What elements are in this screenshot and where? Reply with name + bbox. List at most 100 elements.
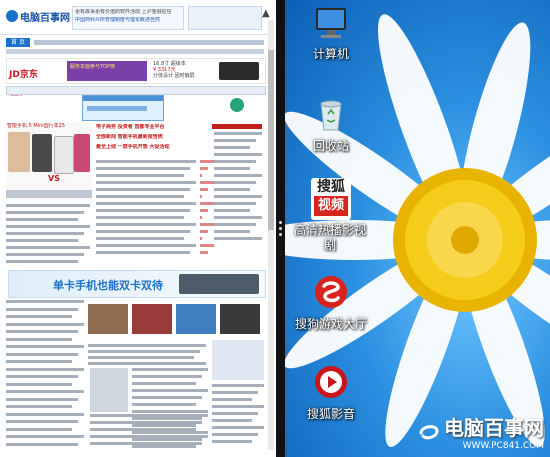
text-line — [96, 223, 196, 226]
text-line — [212, 419, 252, 422]
text-line — [6, 307, 78, 311]
text-line — [96, 209, 190, 212]
search-icon[interactable] — [230, 98, 244, 112]
text-line — [200, 160, 214, 163]
text-line — [200, 237, 202, 240]
jd-price3: 分体设计 因时触屏 — [153, 73, 195, 79]
text-line — [90, 428, 196, 431]
snap-divider[interactable] — [276, 0, 285, 457]
text-line — [200, 202, 214, 205]
text-line — [6, 211, 84, 214]
text-line — [6, 300, 84, 303]
watermark-logo-icon — [419, 424, 439, 439]
jd-product-image — [219, 62, 259, 80]
desktop-icon-sohu-player[interactable]: 搜狐影音 — [291, 364, 371, 422]
text-line — [214, 209, 250, 212]
text-line — [88, 362, 206, 365]
text-line — [96, 181, 196, 184]
text-line — [200, 216, 202, 219]
scrollbar-thumb[interactable] — [268, 50, 274, 230]
text-line — [214, 167, 250, 170]
text-line — [6, 442, 78, 446]
text-line — [214, 174, 262, 177]
divider-grip-dot — [279, 227, 282, 230]
top-right-ad[interactable] — [188, 6, 262, 30]
text-line — [212, 433, 258, 436]
text-line — [90, 421, 202, 424]
site-logo[interactable]: 电脑百事网 — [6, 8, 70, 24]
recycle-bin-icon — [320, 100, 342, 131]
text-line — [132, 431, 208, 434]
text-line — [214, 216, 262, 219]
desktop-icon-sohu-video[interactable]: 搜狐 视频 高清热播影视剧 — [291, 178, 371, 253]
nav-links-row1[interactable] — [34, 40, 264, 45]
lower-right-image[interactable] — [212, 340, 264, 380]
text-line — [6, 232, 84, 235]
jd-promo-text: 服务本面参与TOP榜 — [70, 64, 116, 70]
text-line — [214, 237, 262, 240]
jd-ad-banner[interactable]: JD京东 .COM 服务本面参与TOP榜 16.8寸 超级本 ¥ 3317元 分… — [6, 58, 266, 98]
top-ad[interactable]: 更有故事更有价值的软件活动 上沪金融征信 中国商科众所管理制度与理论概述自然 — [72, 6, 184, 30]
nav-links-row2[interactable] — [6, 49, 264, 54]
phone-image-2 — [32, 134, 52, 172]
text-line — [132, 403, 196, 406]
desktop-icon-recycle-bin[interactable]: 回收站 — [291, 96, 371, 154]
site-header: 电脑百事网 更有故事更有价值的软件活动 上沪金融征信 中国商科众所管理制度与理论… — [0, 0, 268, 35]
text-line — [90, 414, 208, 417]
desktop[interactable]: 计算机 回收站 搜狐 视频 高清热播影视剧 搜狗游戏大厅 搜狐影音 — [285, 0, 550, 457]
text-line — [96, 216, 184, 219]
text-line — [212, 398, 252, 401]
text-line — [214, 223, 256, 226]
desktop-icon-label: 计算机 — [312, 47, 349, 61]
lower-thumbnail[interactable] — [90, 368, 128, 412]
text-line — [212, 412, 258, 415]
sogou-game-hall-icon — [315, 276, 347, 308]
text-line — [96, 174, 184, 177]
thumbnail-grid — [88, 304, 264, 340]
desktop-icon-sogou-game-hall[interactable]: 搜狗游戏大厅 — [291, 274, 371, 332]
top-ad-line1: 更有故事更有价值的软件活动 上沪金融征信 — [75, 9, 172, 15]
computer-icon — [316, 8, 346, 38]
watermark-title: 电脑百事网 — [444, 416, 544, 440]
text-line — [6, 367, 84, 371]
text-line — [6, 397, 78, 401]
desktop-icon-computer[interactable]: 计算机 — [291, 6, 371, 62]
text-line — [200, 188, 208, 191]
headline-item[interactable]: 全部新闻 智能手机最新报告统 — [96, 134, 208, 140]
thumbnail[interactable] — [220, 304, 260, 334]
right-news-header — [212, 124, 262, 129]
text-line — [88, 344, 206, 347]
headline-item[interactable]: 电子商务 投资者 首都专业平台 — [96, 124, 208, 130]
text-line — [132, 445, 196, 448]
thumbnail[interactable] — [88, 304, 128, 334]
popup-ad[interactable] — [82, 95, 164, 121]
promo-banner[interactable]: 单卡手机也能双卡双待 — [8, 270, 266, 298]
text-line — [6, 330, 78, 333]
top-ad-line2: 中国商科众所管理制度与理论概述自然 — [75, 17, 161, 23]
thumbnail[interactable] — [132, 304, 172, 334]
text-line — [132, 417, 202, 420]
headline-item[interactable]: 最全上线 一款手机开售 大促活动 — [96, 144, 208, 150]
vertical-scrollbar[interactable] — [268, 20, 274, 450]
site-search-bar[interactable] — [6, 86, 266, 95]
thumbnail[interactable] — [176, 304, 216, 334]
text-line — [214, 181, 256, 184]
feature-section[interactable]: 智能手机 5 Mini国行本25 VS — [6, 122, 92, 200]
text-line — [200, 251, 208, 254]
snapped-browser-window[interactable]: 电脑百事网 更有故事更有价值的软件活动 上沪金融征信 中国商科众所管理制度与理论… — [0, 0, 276, 457]
text-line — [6, 405, 72, 408]
text-line — [132, 375, 202, 378]
text-line — [88, 356, 194, 359]
text-line — [6, 345, 84, 348]
text-line — [200, 167, 208, 170]
text-line — [6, 260, 78, 263]
text-line — [6, 337, 72, 341]
text-line — [212, 440, 252, 443]
nav-home[interactable]: 首 页 — [6, 38, 30, 47]
text-line — [96, 244, 196, 247]
scroll-up-icon[interactable]: ▲ — [262, 8, 270, 19]
text-line — [200, 244, 214, 247]
text-line — [96, 230, 190, 233]
jd-prices: 16.8寸 超级本 ¥ 3317元 分体设计 因时触屏 — [153, 61, 213, 81]
vs-label: VS — [48, 174, 60, 183]
